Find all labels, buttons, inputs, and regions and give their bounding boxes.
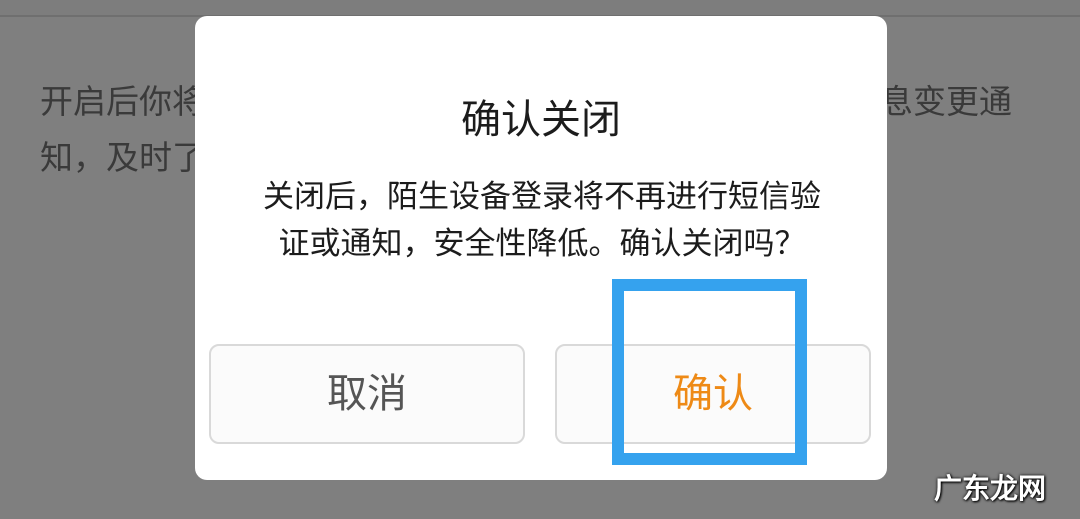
- dialog-title: 确认关闭: [461, 97, 621, 143]
- background-text-line: 开启后你将: [40, 82, 205, 121]
- confirm-button[interactable]: 确认: [555, 344, 871, 444]
- background-description: 开启后你将 知，及时了: [40, 74, 205, 186]
- watermark: 广东龙网: [933, 472, 1046, 505]
- background-text-line: 知，及时了: [40, 138, 205, 177]
- background-description-right: 息变更通: [880, 74, 1012, 130]
- dialog-message: 关闭后，陌生设备登录将不再进行短信验证或通知，安全性降低。确认关闭吗？: [263, 179, 821, 262]
- confirm-dialog: 确认关闭 关闭后，陌生设备登录将不再进行短信验证或通知，安全性降低。确认关闭吗？…: [195, 16, 887, 480]
- cancel-button[interactable]: 取消: [209, 344, 525, 444]
- status-bar: [0, 0, 1080, 16]
- background-text-line: 息变更通: [880, 82, 1012, 121]
